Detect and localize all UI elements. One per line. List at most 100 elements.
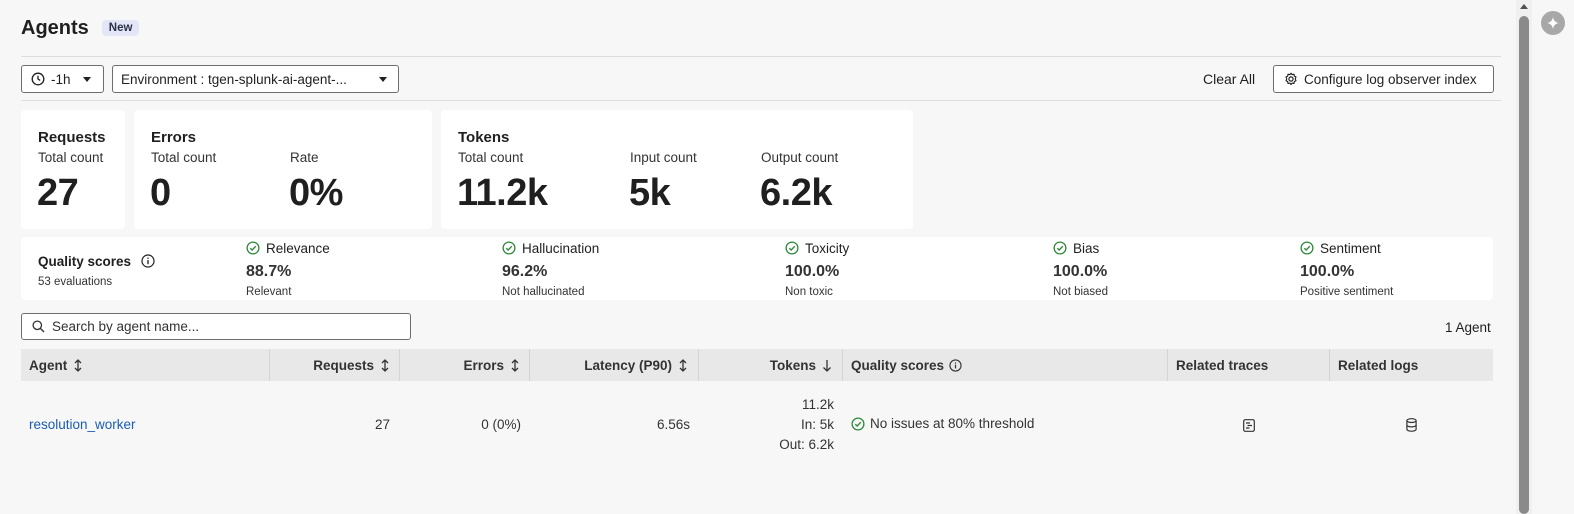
errors-cell: 0 (0%) — [481, 417, 521, 432]
tokens-cell: 11.2k In: 5k Out: 6.2k — [700, 395, 834, 455]
quality-scores-title: Quality scores — [38, 254, 132, 269]
search-icon — [32, 320, 45, 333]
requests-card: Requests Total count 27 — [21, 110, 125, 229]
ai-assistant-button[interactable] — [1541, 11, 1565, 35]
column-quality-label: Quality scores — [851, 357, 945, 373]
time-range-button[interactable]: -1h — [21, 65, 104, 93]
clear-all-button[interactable]: Clear All — [1203, 71, 1255, 87]
column-errors-label: Errors — [463, 357, 504, 373]
tokens-total: 11.2k — [801, 397, 834, 412]
column-quality: Quality scores — [851, 349, 962, 381]
page-header: Agents New — [21, 16, 140, 40]
quality-item-bias: Bias 100.0% Not biased — [1053, 240, 1108, 299]
info-icon[interactable] — [141, 254, 155, 268]
quality-item-name: Sentiment — [1320, 240, 1381, 256]
time-range-label: -1h — [51, 71, 71, 87]
errors-title: Errors — [151, 129, 197, 146]
traces-icon[interactable] — [1243, 419, 1255, 432]
column-agent[interactable]: Agent — [29, 349, 83, 381]
column-tokens[interactable]: Tokens — [699, 349, 832, 381]
requests-title: Requests — [38, 129, 106, 146]
requests-total-value: 27 — [37, 172, 79, 214]
vertical-scrollbar[interactable] — [1516, 0, 1532, 514]
agent-search[interactable] — [21, 313, 411, 340]
tokens-output-label: Output count — [761, 150, 839, 165]
scrollbar-thumb[interactable] — [1519, 16, 1529, 514]
sort-icon — [74, 358, 82, 372]
tokens-title: Tokens — [458, 129, 510, 146]
new-badge: New — [101, 20, 140, 36]
errors-card: Errors Total count 0 Rate 0% — [134, 110, 432, 229]
quality-item-toxicity: Toxicity 100.0% Non toxic — [785, 240, 850, 299]
chevron-down-icon — [379, 77, 387, 82]
errors-rate-label: Rate — [290, 150, 319, 165]
column-tokens-label: Tokens — [769, 357, 816, 373]
quality-item-name: Hallucination — [522, 240, 600, 256]
latency-cell: 6.56s — [656, 417, 690, 432]
sparkle-icon — [1547, 17, 1559, 29]
column-traces-label: Related traces — [1176, 357, 1269, 373]
sort-icon — [679, 358, 687, 372]
page-title: Agents — [21, 16, 89, 39]
errors-total-value: 0 — [150, 172, 171, 214]
column-latency[interactable]: Latency (P90) — [530, 349, 688, 381]
tokens-total-value: 11.2k — [457, 172, 548, 214]
quality-item-value: 100.0% — [785, 263, 840, 280]
check-circle-icon — [851, 416, 865, 431]
toolbar-divider — [21, 100, 1501, 101]
scroll-up-arrow-icon[interactable] — [1520, 4, 1528, 9]
quality-item-value: 100.0% — [1300, 263, 1355, 280]
search-input[interactable] — [52, 319, 392, 334]
tokens-input-label: Input count — [630, 150, 697, 165]
quality-item-desc: Positive sentiment — [1300, 286, 1394, 298]
chevron-down-icon — [83, 77, 91, 82]
gear-icon — [1285, 72, 1297, 86]
check-circle-icon — [785, 241, 799, 255]
check-circle-icon — [246, 241, 260, 255]
column-requests[interactable]: Requests — [270, 349, 390, 381]
quality-item-name: Bias — [1073, 240, 1100, 256]
quality-status-text: No issues at 80% threshold — [870, 416, 1035, 431]
column-divider — [842, 349, 843, 381]
info-icon[interactable] — [949, 358, 962, 372]
tokens-out: Out: 6.2k — [779, 437, 834, 452]
errors-total-label: Total count — [151, 150, 217, 165]
requests-total-label: Total count — [38, 150, 104, 165]
check-circle-icon — [1053, 241, 1067, 255]
header-divider — [21, 56, 1501, 57]
quality-item-value: 100.0% — [1053, 263, 1108, 280]
tokens-total-label: Total count — [458, 150, 524, 165]
check-circle-icon — [1300, 241, 1314, 255]
column-requests-label: Requests — [313, 357, 374, 373]
tokens-output-value: 6.2k — [760, 172, 832, 214]
column-divider — [1167, 349, 1168, 381]
column-traces: Related traces — [1176, 349, 1268, 381]
table-header: Agent Requests Errors Latency (P90) Toke… — [21, 349, 1493, 381]
quality-item-hallucination: Hallucination 96.2% Not hallucinated — [502, 240, 600, 299]
quality-item-value: 96.2% — [502, 263, 548, 280]
column-logs-label: Related logs — [1338, 357, 1419, 373]
agent-name-link[interactable]: resolution_worker — [29, 417, 136, 432]
errors-rate-value: 0% — [289, 172, 343, 214]
quality-cell: No issues at 80% threshold — [851, 416, 1034, 431]
tokens-input-value: 5k — [629, 172, 671, 214]
sort-descending-icon — [823, 359, 831, 372]
quality-item-desc: Not biased — [1053, 286, 1108, 298]
quality-item-sentiment: Sentiment 100.0% Positive sentiment — [1300, 240, 1394, 299]
configure-label: Configure log observer index — [1304, 71, 1477, 87]
column-agent-label: Agent — [29, 357, 68, 373]
quality-scores-subtitle: 53 evaluations — [38, 276, 113, 288]
quality-item-desc: Non toxic — [785, 286, 833, 298]
configure-log-observer-button[interactable]: Configure log observer index — [1273, 65, 1494, 93]
agents-page: Agents New -1h Environment : tgen-splunk… — [0, 0, 1516, 514]
environment-label: Environment : tgen-splunk-ai-agent-... — [121, 71, 347, 87]
quality-item-name: Toxicity — [805, 240, 850, 256]
clock-icon — [31, 72, 45, 86]
tokens-in: In: 5k — [800, 417, 834, 432]
sort-icon — [381, 358, 389, 372]
environment-selector[interactable]: Environment : tgen-splunk-ai-agent-... — [112, 65, 399, 93]
requests-cell: 27 — [374, 417, 390, 432]
column-errors[interactable]: Errors — [400, 349, 520, 381]
logs-icon[interactable] — [1406, 418, 1417, 432]
quality-item-name: Relevance — [266, 240, 330, 256]
